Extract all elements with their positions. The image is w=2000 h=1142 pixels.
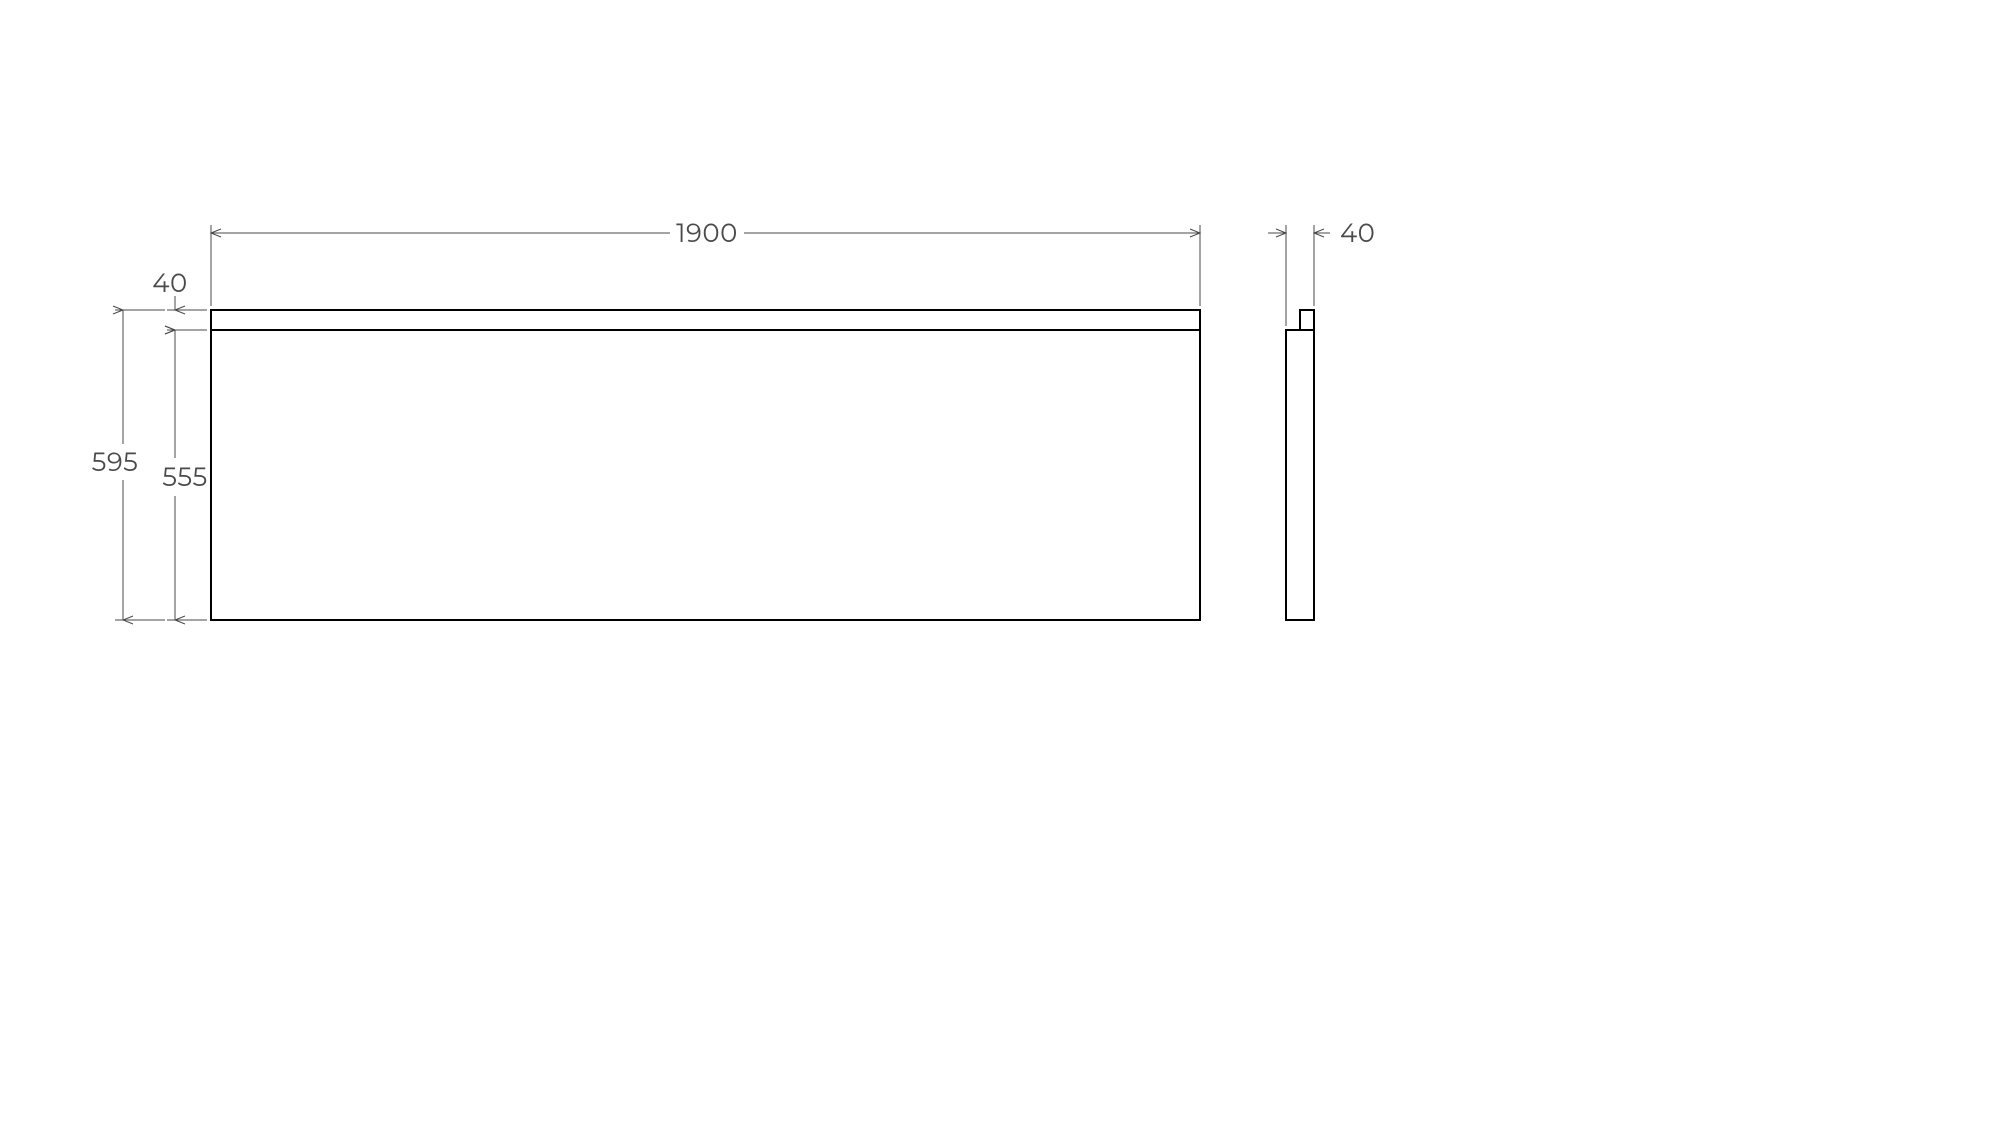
side-elevation [1286, 310, 1314, 620]
dim-lower-height-label: 555 [162, 461, 207, 493]
dim-thickness: 40 [1268, 217, 1375, 326]
technical-drawing: 1900 40 555 595 40 [0, 0, 2000, 1142]
dim-width: 1900 [211, 217, 1200, 306]
dim-thickness-label: 40 [1340, 217, 1375, 249]
dim-width-label: 1900 [676, 217, 738, 249]
dim-top-lip: 40 [152, 267, 207, 344]
dim-lower-height: 555 [162, 330, 207, 620]
front-elevation [211, 310, 1200, 620]
dim-total-height-label: 595 [92, 446, 139, 478]
dim-total-height: 595 [92, 310, 165, 620]
dim-top-lip-label: 40 [152, 267, 187, 299]
